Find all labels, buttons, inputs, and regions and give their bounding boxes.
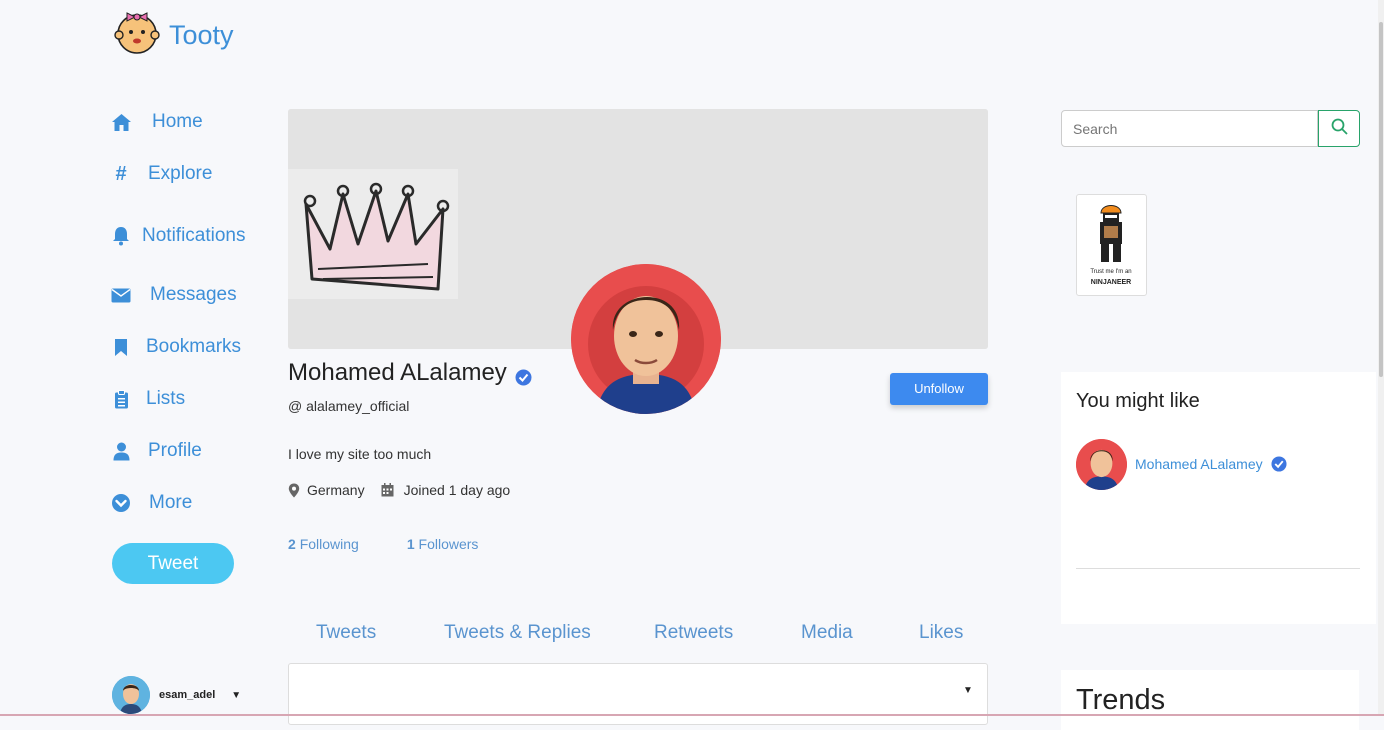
nav-item-home[interactable]: Home bbox=[110, 111, 203, 133]
promo-caption-2: NINJANEER bbox=[1091, 279, 1131, 286]
profile-avatar[interactable] bbox=[571, 264, 721, 414]
user-icon bbox=[110, 440, 132, 462]
nav-label-explore: Explore bbox=[148, 163, 213, 184]
nav-label-bookmarks: Bookmarks bbox=[146, 336, 242, 357]
divider bbox=[1076, 568, 1360, 569]
account-username: esam_adel bbox=[159, 689, 216, 701]
tab-tweets[interactable]: Tweets bbox=[316, 622, 376, 644]
nav-label-profile: Profile bbox=[148, 440, 202, 461]
home-icon bbox=[110, 111, 132, 133]
following-label: Following bbox=[299, 536, 359, 552]
nav-label-messages: Messages bbox=[150, 284, 237, 305]
tweet-button[interactable]: Tweet bbox=[112, 543, 234, 584]
tab-media[interactable]: Media bbox=[801, 622, 853, 644]
nav-label-lists: Lists bbox=[146, 388, 186, 409]
suggestion-item[interactable]: Mohamed ALalamey bbox=[1135, 456, 1287, 472]
search-input[interactable] bbox=[1061, 110, 1318, 147]
followers-label: Followers bbox=[418, 536, 479, 552]
profile-joined: Joined 1 day ago bbox=[403, 482, 511, 498]
profile-meta: Germany Joined 1 day ago bbox=[288, 482, 510, 498]
search-icon bbox=[1331, 118, 1348, 140]
follow-counts: 2 Following 1 Followers bbox=[288, 536, 478, 552]
nav-item-profile[interactable]: Profile bbox=[110, 440, 202, 462]
nav-label-more: More bbox=[149, 492, 193, 513]
followers-link[interactable]: 1 Followers bbox=[407, 536, 479, 552]
clipboard-icon bbox=[110, 388, 132, 410]
caret-down-icon[interactable]: ▼ bbox=[231, 690, 241, 701]
account-switcher[interactable]: esam_adel ▼ bbox=[112, 676, 250, 714]
promo-image[interactable]: Trust me I'm an NINJANEER bbox=[1076, 194, 1147, 296]
search-button[interactable] bbox=[1318, 110, 1360, 147]
following-count: 2 bbox=[288, 536, 296, 552]
profile-bio: I love my site too much bbox=[288, 446, 432, 462]
nav-item-bookmarks[interactable]: Bookmarks bbox=[110, 336, 241, 358]
followers-count: 1 bbox=[406, 536, 415, 552]
nav-label-home: Home bbox=[152, 111, 203, 132]
tab-likes[interactable]: Likes bbox=[919, 622, 963, 644]
following-link[interactable]: 2 Following bbox=[288, 536, 359, 552]
profile-name-row: Mohamed ALalamey bbox=[288, 359, 532, 387]
nav-item-explore[interactable]: # Explore bbox=[110, 163, 212, 185]
nav-item-more[interactable]: More bbox=[110, 492, 192, 514]
promo-caption-1: Trust me I'm an bbox=[1090, 269, 1131, 275]
envelope-icon bbox=[110, 284, 132, 306]
bookmark-icon bbox=[110, 336, 132, 358]
logo-baby-icon[interactable] bbox=[113, 4, 161, 54]
account-avatar bbox=[112, 676, 150, 714]
bell-icon bbox=[110, 225, 132, 247]
tab-tweets-replies[interactable]: Tweets & Replies bbox=[444, 622, 591, 644]
app-logo-text[interactable]: Tooty bbox=[169, 20, 234, 51]
calendar-icon bbox=[381, 482, 394, 498]
verified-badge-icon bbox=[515, 365, 532, 385]
profile-location: Germany bbox=[307, 482, 365, 498]
hash-icon: # bbox=[115, 162, 127, 185]
map-marker-icon bbox=[288, 483, 301, 498]
tab-retweets[interactable]: Retweets bbox=[654, 622, 733, 644]
nav-label-notifications: Notifications bbox=[142, 225, 246, 246]
scrollbar-thumb[interactable] bbox=[1379, 22, 1383, 377]
caret-down-icon[interactable]: ▼ bbox=[963, 685, 973, 696]
profile-name: Mohamed ALalamey bbox=[288, 359, 507, 386]
verified-badge-icon bbox=[1271, 456, 1287, 472]
nav-item-messages[interactable]: Messages bbox=[110, 284, 237, 306]
suggestion-name: Mohamed ALalamey bbox=[1135, 456, 1263, 472]
chevron-circle-icon bbox=[110, 492, 132, 514]
you-might-like-title: You might like bbox=[1076, 390, 1200, 412]
nav-item-lists[interactable]: Lists bbox=[110, 388, 185, 410]
trends-title: Trends bbox=[1076, 684, 1166, 716]
unfollow-button[interactable]: Unfollow bbox=[890, 373, 988, 405]
nav-item-notifications[interactable]: Notifications bbox=[110, 225, 246, 247]
profile-handle: @ alalamey_official bbox=[288, 398, 410, 414]
suggestion-avatar[interactable] bbox=[1076, 439, 1127, 490]
